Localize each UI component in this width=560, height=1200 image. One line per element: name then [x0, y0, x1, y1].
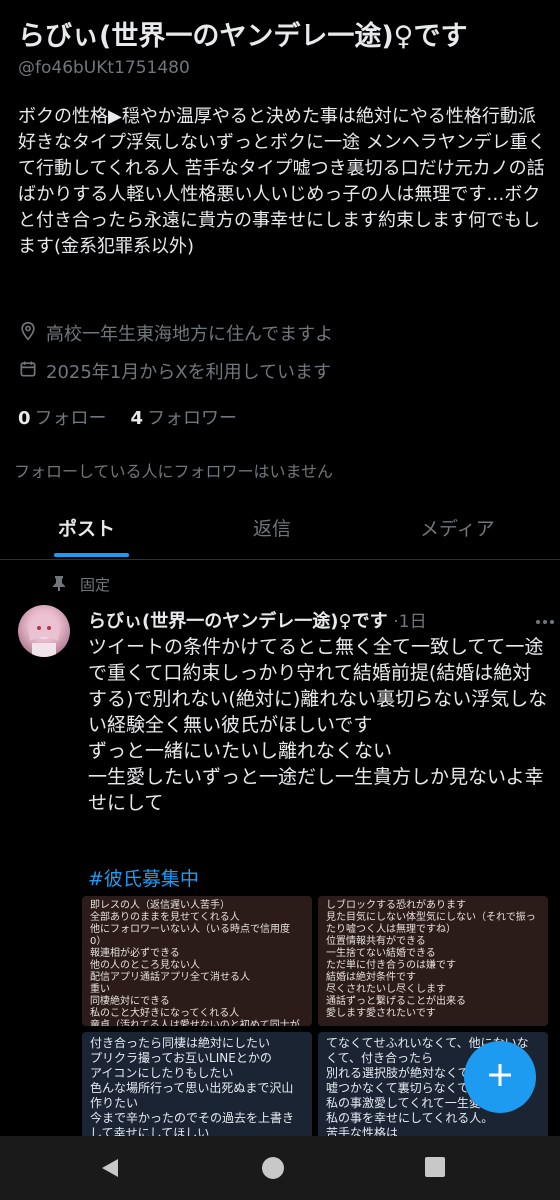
pinned-label: 固定: [80, 576, 111, 594]
tabs-divider: [0, 559, 560, 560]
media-image-1[interactable]: 即レスの人（返信遅い人苦手） 全部ありのままを見せてくれる人 他にフォロワーいな…: [82, 896, 312, 1026]
followers-link[interactable]: 4 フォロワー: [131, 404, 238, 430]
plus-icon: [486, 1061, 514, 1093]
circle-home-icon[interactable]: [261, 1156, 285, 1184]
followers-count: 4: [130, 408, 144, 429]
followers-you-know-note: フォローしている人にフォロワーはいません: [14, 462, 334, 481]
following-count: 0: [18, 408, 31, 429]
active-tab-indicator: [54, 553, 129, 557]
followers-label: フォロワー: [147, 408, 238, 429]
profile-location: 高校一年生東海地方に住んでますよ: [46, 324, 334, 345]
following-label: フォロー: [34, 408, 107, 429]
media-image-3[interactable]: 付き合ったら同棲は絶対にしたい プリクラ撮ってお互いLINEとかの アイコンにし…: [82, 1032, 312, 1142]
system-nav-bar: [0, 1136, 560, 1200]
profile-joined-row: 2025年1月からXを利用しています: [18, 358, 331, 384]
pinned-indicator: 固定: [52, 574, 110, 595]
profile-display-name: らびぃ(世界一のヤンデレ一途)♀です: [18, 21, 468, 52]
tab-replies[interactable]: 返信: [253, 514, 291, 541]
square-recents-icon[interactable]: [424, 1156, 446, 1182]
post-body: ツイートの条件かけてるとこ無く全て一致してて一途で重くて口約束しっかり守れて結婚…: [88, 636, 548, 814]
following-link[interactable]: 0 フォロー: [18, 404, 107, 430]
profile-bio: ボクの性格▶︎穏やか温厚やると決めた事は絶対にやる性格行動派 好きなタイプ浮気し…: [18, 106, 546, 257]
post-avatar[interactable]: [18, 605, 70, 657]
location-pin-icon: [18, 321, 38, 346]
post-timestamp[interactable]: ·1日: [393, 612, 426, 632]
tab-posts[interactable]: ポスト: [58, 514, 115, 541]
triangle-back-icon[interactable]: [98, 1156, 122, 1184]
more-horizontal-icon[interactable]: [534, 612, 556, 632]
profile-tabs: ポスト 返信 メディア: [0, 500, 560, 558]
post-hashtag[interactable]: #彼氏募集中: [88, 864, 199, 891]
media-image-2[interactable]: しブロックする恐れがあります 見た目気にしない体型気にしない（それで振ったり嘘つ…: [318, 896, 548, 1026]
post-author-name[interactable]: らびぃ(世界一のヤンデレ一途)♀です: [88, 611, 388, 632]
calendar-icon: [18, 359, 38, 384]
tab-media[interactable]: メディア: [420, 514, 495, 541]
follow-stats: 0 フォロー 4 フォロワー: [18, 404, 237, 430]
compose-button[interactable]: [464, 1041, 536, 1113]
post-header: らびぃ(世界一のヤンデレ一途)♀です ·1日: [88, 607, 427, 633]
profile-handle: @fo46bUKt1751480: [18, 58, 190, 78]
profile-location-row: 高校一年生東海地方に住んでますよ: [18, 320, 333, 346]
pin-icon: [52, 575, 66, 595]
profile-joined: 2025年1月からXを利用しています: [46, 362, 332, 383]
